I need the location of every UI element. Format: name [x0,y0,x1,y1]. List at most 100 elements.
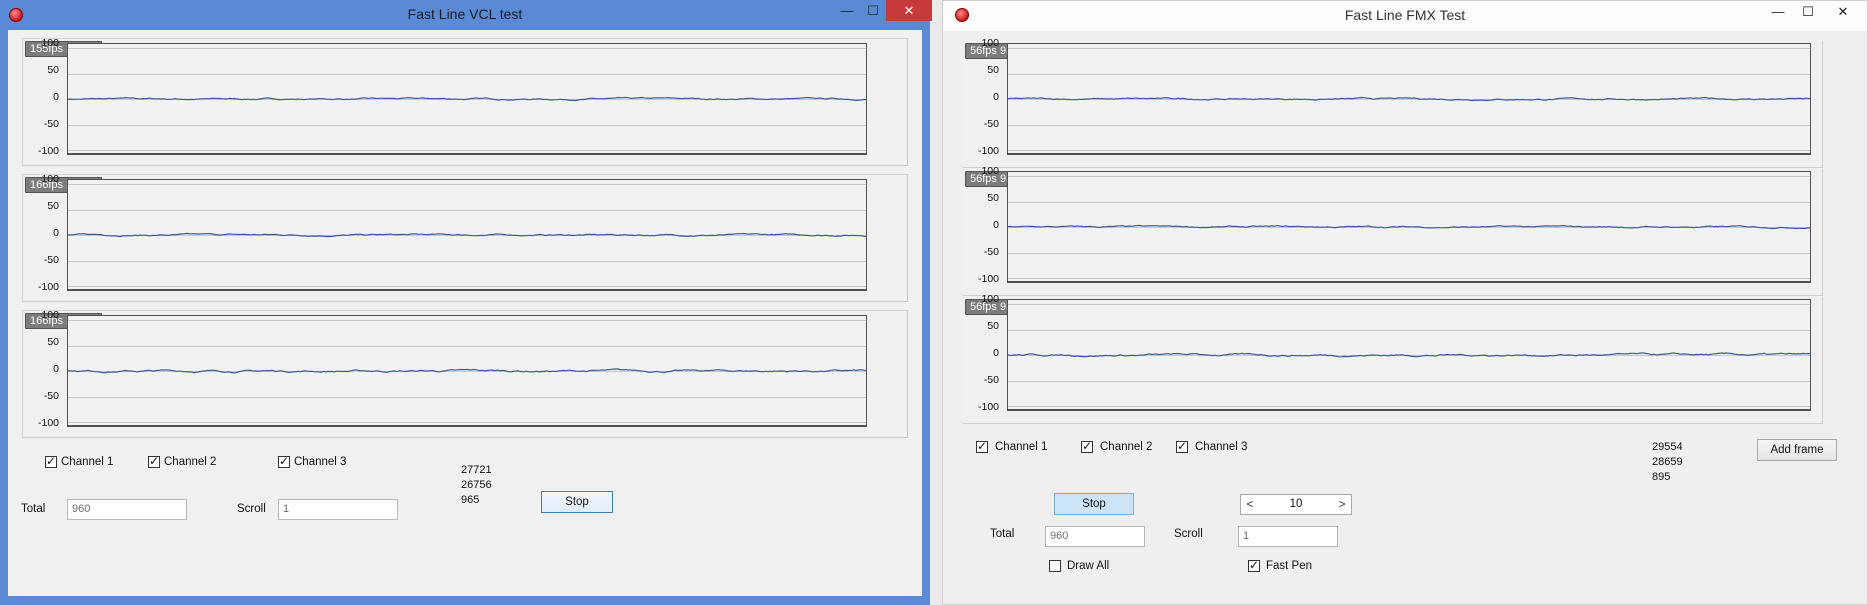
total-input[interactable]: 960 [1045,526,1145,547]
minimize-button[interactable]: — [1763,1,1793,22]
y-tick-label: 50 [987,64,999,76]
counter-values: 29554 28659 895 [1652,440,1683,485]
y-tick-label: -50 [983,374,999,386]
y-tick-label: -50 [983,246,999,258]
y-tick-label: 100 [41,309,59,321]
chart-panel-2: 56fps 9324 100 50 0 -50 -100 [963,165,1823,296]
y-tick-label: 0 [53,91,59,103]
window-title: Fast Line VCL test [407,6,523,22]
spin-value[interactable]: 10 [1261,495,1331,514]
channel-3-checkbox[interactable] [278,454,290,468]
channel-2-label[interactable]: Channel 2 [164,456,216,468]
y-tick-label: -100 [977,401,999,413]
close-button[interactable]: ✕ [1823,1,1863,22]
spin-decrement-icon[interactable]: < [1241,495,1259,514]
spin-increment-icon[interactable]: > [1333,495,1351,514]
channel-3-checkbox[interactable] [1176,439,1188,453]
y-tick-label: 100 [981,37,999,49]
fast-pen-checkbox[interactable] [1248,558,1260,572]
series-line [68,96,866,102]
y-tick-label: -100 [37,145,59,157]
channel-2-checkbox[interactable] [148,454,160,468]
y-tick-label: 50 [987,192,999,204]
counter-value: 26756 [461,479,492,491]
scroll-input[interactable]: 1 [278,499,398,520]
channel-3-label[interactable]: Channel 3 [294,456,346,468]
y-tick-label: 50 [47,336,59,348]
fmx-client-area: 56fps 9322 100 50 0 -50 -100 56fps 9324 … [943,31,1867,604]
series-line [1008,352,1810,358]
close-button[interactable]: ✕ [886,0,932,21]
plot-area[interactable] [67,179,867,291]
line-chart [1008,176,1810,279]
y-tick-label: 100 [981,165,999,177]
channel-1-checkbox[interactable] [45,454,57,468]
y-tick-label: -50 [43,390,59,402]
scroll-label: Scroll [237,503,266,515]
y-tick-label: -100 [37,417,59,429]
y-tick-label: 0 [993,347,999,359]
y-tick-label: -100 [977,145,999,157]
plot-area[interactable] [67,315,867,427]
chart-panel-1: 155fps 24914 100 50 0 -50 -100 [22,37,908,166]
y-tick-label: -50 [43,254,59,266]
line-chart [1008,48,1810,151]
total-label: Total [21,503,46,515]
y-tick-label: -100 [977,273,999,285]
channel-3-label[interactable]: Channel 3 [1195,441,1247,453]
chart-panel-2: 166fps 26367 100 50 0 -50 -100 [22,173,908,302]
scroll-input[interactable]: 1 [1238,526,1338,547]
fast-pen-label[interactable]: Fast Pen [1266,560,1312,572]
y-tick-label: 50 [47,200,59,212]
y-tick-label: 100 [981,293,999,305]
channel-1-checkbox[interactable] [976,439,988,453]
chart-panel-3: 166fps 26696 100 50 0 -50 -100 [22,309,908,438]
plot-area[interactable] [1007,299,1811,411]
channel-1-label[interactable]: Channel 1 [995,441,1047,453]
counter-value: 895 [1652,471,1671,483]
minimize-button[interactable]: — [834,0,860,21]
add-frame-button[interactable]: Add frame [1757,439,1837,461]
maximize-button[interactable]: ☐ [1793,1,1823,22]
counter-value: 965 [461,494,480,506]
plot-area[interactable] [67,43,867,155]
chart-panel-3: 56fps 9323 100 50 0 -50 -100 [963,293,1823,424]
y-tick-label: 0 [53,227,59,239]
vcl-client-area: 155fps 24914 100 50 0 -50 -100 166fps 26… [8,30,922,596]
channel-2-label[interactable]: Channel 2 [1100,441,1152,453]
draw-all-checkbox[interactable] [1049,560,1061,572]
y-tick-label: 50 [47,64,59,76]
line-chart [68,184,866,287]
window-title: Fast Line FMX Test [1344,7,1466,23]
plot-area[interactable] [1007,43,1811,155]
plot-area[interactable] [1007,171,1811,283]
y-tick-label: 50 [987,320,999,332]
y-tick-label: -50 [43,118,59,130]
total-label: Total [990,528,1015,540]
scroll-label: Scroll [1174,528,1203,540]
draw-all-label[interactable]: Draw All [1067,560,1109,572]
y-tick-label: 0 [993,91,999,103]
stop-button[interactable]: Stop [541,491,613,513]
y-tick-label: 100 [41,37,59,49]
line-chart [1008,304,1810,407]
channel-2-checkbox[interactable] [1081,439,1093,453]
vcl-window: Fast Line VCL test — ☐ ✕ 155fps 24914 10… [0,0,932,605]
vcl-titlebar[interactable]: Fast Line VCL test — ☐ ✕ [0,0,932,30]
y-tick-label: -100 [37,281,59,293]
y-tick-label: 0 [993,219,999,231]
maximize-button[interactable]: ☐ [860,0,886,21]
spin-box[interactable]: < 10 > [1240,494,1352,515]
channel-1-label[interactable]: Channel 1 [61,456,113,468]
fmx-titlebar[interactable]: Fast Line FMX Test — ☐ ✕ [943,1,1867,31]
stop-button[interactable]: Stop [1054,493,1134,515]
y-tick-label: 100 [41,173,59,185]
counter-values: 27721 26756 965 [461,463,492,508]
line-chart [68,320,866,423]
y-tick-label: 0 [53,363,59,375]
chart-panel-1: 56fps 9322 100 50 0 -50 -100 [963,37,1823,168]
counter-value: 27721 [461,464,492,476]
total-input[interactable]: 960 [67,499,187,520]
counter-value: 28659 [1652,456,1683,468]
y-tick-label: -50 [983,118,999,130]
